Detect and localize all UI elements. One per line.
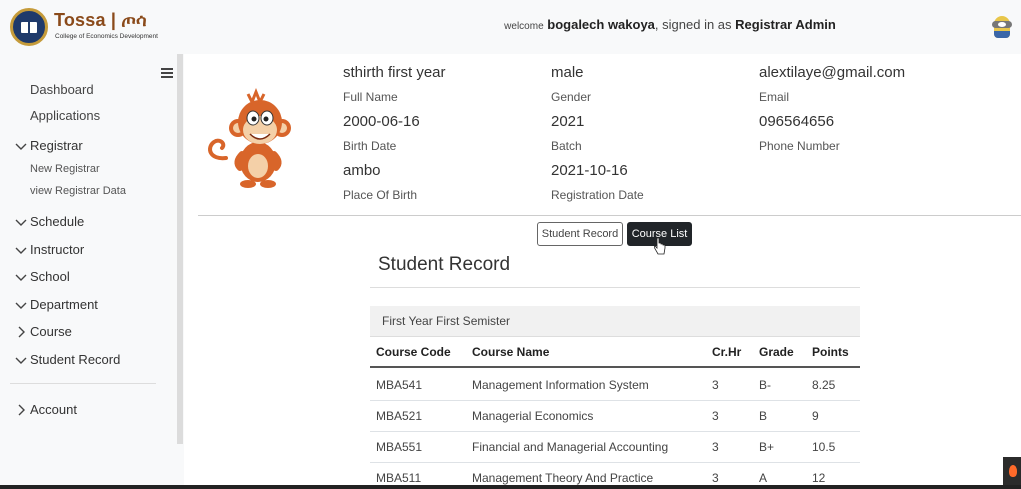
user-name: bogalech wakoya bbox=[547, 17, 655, 32]
grade-cell: B+ bbox=[759, 440, 775, 454]
chevron-right-icon bbox=[15, 404, 27, 416]
sidebar-group-registrar[interactable]: Registrar bbox=[15, 138, 83, 153]
sidebar-group-course[interactable]: Course bbox=[15, 324, 72, 339]
sidebar-group-instructor[interactable]: Instructor bbox=[15, 242, 84, 257]
table-row: MBA551 Financial and Managerial Accounti… bbox=[370, 432, 860, 463]
points-cell: 8.25 bbox=[812, 378, 836, 392]
sidebar-group-label: Instructor bbox=[30, 242, 85, 257]
brand-subtitle: College of Economics Development bbox=[55, 33, 158, 40]
email-label: Email bbox=[759, 90, 790, 104]
batch-label: Batch bbox=[551, 139, 582, 153]
signed-in-text: , signed in as bbox=[654, 17, 732, 32]
sidebar: Dashboard Applications Registrar New Reg… bbox=[0, 54, 184, 489]
sidebar-scrollbar[interactable] bbox=[177, 54, 183, 444]
sidebar-group-label: Schedule bbox=[30, 214, 85, 229]
registration-date-label: Registration Date bbox=[551, 188, 644, 202]
credit-hour-cell: 3 bbox=[712, 378, 719, 392]
menu-toggle-icon[interactable] bbox=[161, 68, 173, 78]
chevron-down-icon bbox=[15, 354, 27, 366]
sidebar-group-label: Account bbox=[30, 402, 77, 417]
gender-label: Gender bbox=[551, 90, 592, 104]
sidebar-item-applications[interactable]: Applications bbox=[30, 108, 100, 123]
college-logo-icon[interactable] bbox=[10, 8, 48, 46]
sidebar-group-label: Department bbox=[30, 297, 98, 312]
course-name-cell: Managerial Economics bbox=[472, 409, 594, 423]
table-row: MBA541 Management Information System 3 B… bbox=[370, 370, 860, 401]
sidebar-group-label: School bbox=[30, 269, 70, 284]
section-title: Student Record bbox=[378, 254, 511, 275]
sidebar-group-schedule[interactable]: Schedule bbox=[15, 214, 84, 229]
sidebar-divider bbox=[10, 383, 156, 384]
bottom-bar bbox=[0, 485, 1021, 489]
sidebar-item-view-registrar-data[interactable]: view Registrar Data bbox=[30, 185, 126, 197]
column-header: Points bbox=[812, 345, 849, 359]
phone-value: 096564656 bbox=[759, 113, 835, 130]
column-header: Course Name bbox=[472, 345, 550, 359]
grade-cell: B- bbox=[759, 378, 771, 392]
birth-date-value: 2000-06-16 bbox=[343, 113, 420, 130]
email-value: alextilaye@gmail.com bbox=[759, 64, 906, 81]
birth-date-label: Birth Date bbox=[343, 139, 397, 153]
points-cell: 9 bbox=[812, 409, 819, 423]
table-row: MBA521 Managerial Economics 3 B 9 bbox=[370, 401, 860, 432]
column-header: Cr.Hr bbox=[712, 345, 742, 359]
phone-label: Phone Number bbox=[759, 139, 840, 153]
semester-label: First Year First Semister bbox=[382, 314, 511, 328]
course-code-cell: MBA551 bbox=[376, 440, 423, 454]
user-avatar-icon[interactable] bbox=[990, 12, 1016, 40]
gender-value: male bbox=[551, 64, 584, 81]
sidebar-group-student-record[interactable]: Student Record bbox=[15, 352, 120, 367]
welcome-message: welcome bogalech wakoya, signed in as Re… bbox=[500, 17, 840, 32]
sidebar-group-label: Registrar bbox=[30, 138, 83, 153]
main-content: sthirth first year Full Name 2000-06-16 … bbox=[184, 54, 1021, 489]
course-code-cell: MBA521 bbox=[376, 409, 423, 423]
mouse-cursor-icon bbox=[654, 237, 666, 255]
top-header: Tossa | ጦሳ College of Economics Developm… bbox=[0, 0, 1021, 54]
sidebar-group-department[interactable]: Department bbox=[15, 297, 98, 312]
batch-value: 2021 bbox=[551, 113, 585, 130]
chevron-right-icon bbox=[15, 326, 27, 338]
sidebar-item-new-registrar[interactable]: New Registrar bbox=[30, 163, 100, 175]
credit-hour-cell: 3 bbox=[712, 409, 719, 423]
credit-hour-cell: 3 bbox=[712, 440, 719, 454]
grade-cell: B bbox=[759, 409, 768, 423]
semester-header: First Year First Semister bbox=[370, 306, 860, 337]
user-role: Registrar Admin bbox=[735, 17, 836, 32]
flame-widget-icon[interactable] bbox=[1003, 457, 1021, 485]
section-rule bbox=[370, 287, 860, 288]
chevron-down-icon bbox=[15, 244, 27, 256]
welcome-prefix: welcome bbox=[504, 21, 544, 32]
sidebar-item-dashboard[interactable]: Dashboard bbox=[30, 82, 94, 97]
profile-divider bbox=[198, 215, 1021, 216]
sidebar-group-label: Student Record bbox=[30, 352, 121, 367]
full-name-value: sthirth first year bbox=[343, 64, 446, 81]
full-name-label: Full Name bbox=[343, 90, 398, 104]
registration-date-value: 2021-10-16 bbox=[551, 162, 628, 179]
chevron-down-icon bbox=[15, 299, 27, 311]
chevron-down-icon bbox=[15, 271, 27, 283]
course-name-cell: Management Information System bbox=[472, 378, 649, 392]
chevron-down-icon bbox=[15, 216, 27, 228]
course-code-cell: MBA541 bbox=[376, 378, 423, 392]
brand-title[interactable]: Tossa | ጦሳ bbox=[54, 10, 147, 31]
table-header: Course Code Course Name Cr.Hr Grade Poin… bbox=[370, 338, 860, 368]
student-photo bbox=[208, 88, 291, 188]
chevron-down-icon bbox=[15, 140, 27, 152]
sidebar-group-account[interactable]: Account bbox=[15, 402, 77, 417]
course-name-cell: Financial and Managerial Accounting bbox=[472, 440, 669, 454]
column-header: Course Code bbox=[376, 345, 451, 359]
sidebar-group-school[interactable]: School bbox=[15, 269, 70, 284]
sidebar-group-label: Course bbox=[30, 324, 72, 339]
place-of-birth-label: Place Of Birth bbox=[343, 188, 418, 202]
student-record-button[interactable]: Student Record bbox=[537, 222, 623, 246]
column-header: Grade bbox=[759, 345, 794, 359]
points-cell: 10.5 bbox=[812, 440, 836, 454]
place-of-birth-value: ambo bbox=[343, 162, 381, 179]
